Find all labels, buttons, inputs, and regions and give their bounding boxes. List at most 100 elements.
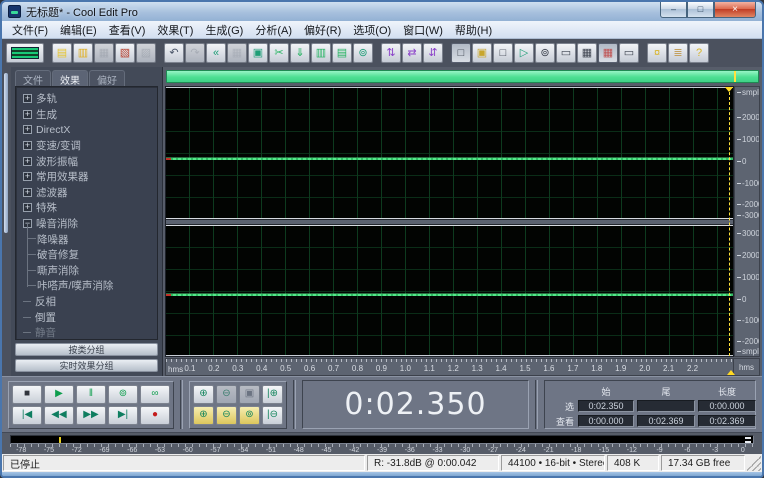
- record-button[interactable]: ●: [140, 406, 170, 425]
- tree-expand-icon[interactable]: +: [23, 203, 32, 212]
- close-button[interactable]: ×: [714, 2, 756, 18]
- zoom-out-button[interactable]: ⊖: [216, 385, 237, 404]
- go-to-beginning-button[interactable]: |◀: [12, 406, 42, 425]
- play-looped-button[interactable]: ⊚: [108, 385, 138, 404]
- time-ruler-ticks[interactable]: hms 0.10.20.30.40.50.60.70.80.91.01.11.2…: [166, 359, 733, 375]
- playback-cursor-bottom-handle[interactable]: [727, 366, 735, 375]
- play-button[interactable]: ▶: [44, 385, 74, 404]
- tree-item-5[interactable]: +常用效果器: [23, 169, 155, 185]
- zoom-out-vertical-button[interactable]: |⊖: [262, 406, 283, 425]
- tree-item-6[interactable]: +滤波器: [23, 185, 155, 201]
- show-cue-list-button[interactable]: □: [493, 43, 513, 63]
- zoom-full-button[interactable]: ⊕: [193, 406, 214, 425]
- zoom-in-vertical-button[interactable]: |⊕: [262, 385, 283, 404]
- menu-item-5[interactable]: 分析(A): [249, 21, 298, 39]
- channel-mixer-button[interactable]: ⇄: [402, 43, 422, 63]
- tree-item-0[interactable]: +多轨: [23, 91, 155, 107]
- tree-expand-icon[interactable]: +: [23, 172, 32, 181]
- menu-item-4[interactable]: 生成(G): [199, 21, 249, 39]
- zoom-to-selection-button[interactable]: ▣: [239, 385, 260, 404]
- help-button[interactable]: ?: [689, 43, 709, 63]
- tree-expand-icon[interactable]: +: [23, 125, 32, 134]
- sel-value-1-0[interactable]: 0:00.000: [578, 415, 634, 427]
- spectral-view-button[interactable]: ▣: [472, 43, 492, 63]
- tree-item-12[interactable]: 咔嗒声/噗声消除: [37, 278, 155, 294]
- menu-item-9[interactable]: 帮助(H): [449, 21, 498, 39]
- repeat-command-button[interactable]: «: [206, 43, 226, 63]
- undo-button[interactable]: ↶: [164, 43, 184, 63]
- waveform-view-button[interactable]: □: [451, 43, 471, 63]
- tree-item-10[interactable]: 破音修复: [37, 247, 155, 263]
- waveform-display[interactable]: [165, 86, 734, 357]
- multitrack-view-toggle-button[interactable]: [6, 43, 44, 63]
- copy-button[interactable]: ▣: [248, 43, 268, 63]
- save-as-button[interactable]: ▧: [115, 43, 135, 63]
- left-channel-waveform[interactable]: [166, 87, 733, 218]
- menu-item-2[interactable]: 查看(V): [103, 21, 152, 39]
- right-channel-waveform[interactable]: [166, 226, 733, 357]
- tree-item-14[interactable]: 倒置: [23, 309, 155, 325]
- save-file-button[interactable]: ▦: [94, 43, 114, 63]
- tree-item-9[interactable]: 降噪器: [37, 231, 155, 247]
- level-meter[interactable]: -78-75-72-69-66-63-60-57-54-51-48-45-42-…: [2, 432, 762, 454]
- tree-expand-icon[interactable]: +: [23, 94, 32, 103]
- cut-button[interactable]: ✂: [269, 43, 289, 63]
- time-display[interactable]: 0:02.350: [302, 380, 529, 429]
- zoom-right-edge-button[interactable]: ⊚: [239, 406, 260, 425]
- overview-bar[interactable]: [166, 70, 759, 83]
- sel-value-0-0[interactable]: 0:02.350: [578, 400, 634, 412]
- go-to-end-button[interactable]: ▶|: [108, 406, 138, 425]
- sel-value-1-1[interactable]: 0:02.369: [637, 415, 695, 427]
- menu-item-1[interactable]: 编辑(E): [54, 21, 103, 39]
- show-organizer-button[interactable]: ▦: [598, 43, 618, 63]
- mix-paste-button[interactable]: ▥: [311, 43, 331, 63]
- resize-grip[interactable]: [747, 455, 761, 471]
- rewind-button[interactable]: ◀◀: [44, 406, 74, 425]
- scripts-button[interactable]: ≣: [668, 43, 688, 63]
- organizer-tab-1[interactable]: 效果: [52, 70, 88, 86]
- sel-value-0-1[interactable]: [637, 400, 695, 412]
- new-file-button[interactable]: ▤: [52, 43, 72, 63]
- fast-forward-button[interactable]: ▶▶: [76, 406, 106, 425]
- redo-button[interactable]: ↷: [185, 43, 205, 63]
- tree-expand-icon[interactable]: +: [23, 110, 32, 119]
- paste-button[interactable]: ⇓: [290, 43, 310, 63]
- menu-item-7[interactable]: 选项(O): [347, 21, 397, 39]
- tree-item-2[interactable]: +DirectX: [23, 122, 155, 138]
- save-all-button[interactable]: ▨: [136, 43, 156, 63]
- menu-item-8[interactable]: 窗口(W): [397, 21, 449, 39]
- show-time-window-button[interactable]: ▭: [556, 43, 576, 63]
- stop-button[interactable]: ■: [12, 385, 42, 404]
- menu-item-6[interactable]: 偏好(R): [298, 21, 347, 39]
- tree-item-4[interactable]: +波形振幅: [23, 153, 155, 169]
- organizer-tab-2[interactable]: 偏好: [89, 70, 125, 86]
- tree-item-15[interactable]: 静音: [23, 325, 155, 340]
- snapping-settings-button[interactable]: ¤: [647, 43, 667, 63]
- time-ruler[interactable]: hms 0.10.20.30.40.50.60.70.80.91.01.11.2…: [165, 358, 760, 376]
- dock-grip-handle[interactable]: [4, 73, 8, 233]
- sel-value-1-2[interactable]: 0:02.369: [698, 415, 756, 427]
- maximize-button[interactable]: □: [687, 2, 714, 18]
- tree-item-13[interactable]: 反相: [23, 294, 155, 310]
- tree-item-1[interactable]: +生成: [23, 107, 155, 123]
- organizer-tab-0[interactable]: 文件: [15, 70, 51, 86]
- select-entire-wave-button[interactable]: ▦: [227, 43, 247, 63]
- convert-sample-type-button[interactable]: ⇅: [381, 43, 401, 63]
- find-beats-button[interactable]: ⊚: [353, 43, 373, 63]
- swap-channels-button[interactable]: ⇵: [423, 43, 443, 63]
- playback-cursor-top-handle[interactable]: [724, 86, 734, 97]
- show-play-list-button[interactable]: ▷: [514, 43, 534, 63]
- minimize-button[interactable]: –: [660, 2, 687, 18]
- loop-button[interactable]: ∞: [140, 385, 170, 404]
- playback-cursor[interactable]: [729, 87, 730, 356]
- menu-item-3[interactable]: 效果(T): [151, 21, 199, 39]
- tree-expand-icon[interactable]: +: [23, 141, 32, 150]
- paste-to-new-button[interactable]: ▤: [332, 43, 352, 63]
- tree-item-11[interactable]: 嘶声消除: [37, 263, 155, 279]
- group-by-category-button[interactable]: 按类分组: [15, 343, 158, 356]
- show-zoom-window-button[interactable]: ⊚: [535, 43, 555, 63]
- amplitude-ruler[interactable]: smpl20000100000-10000-20000-300003000020…: [734, 86, 760, 357]
- level-meter-bar[interactable]: [10, 435, 754, 444]
- open-file-button[interactable]: ▥: [73, 43, 93, 63]
- tree-item-3[interactable]: +变速/变调: [23, 138, 155, 154]
